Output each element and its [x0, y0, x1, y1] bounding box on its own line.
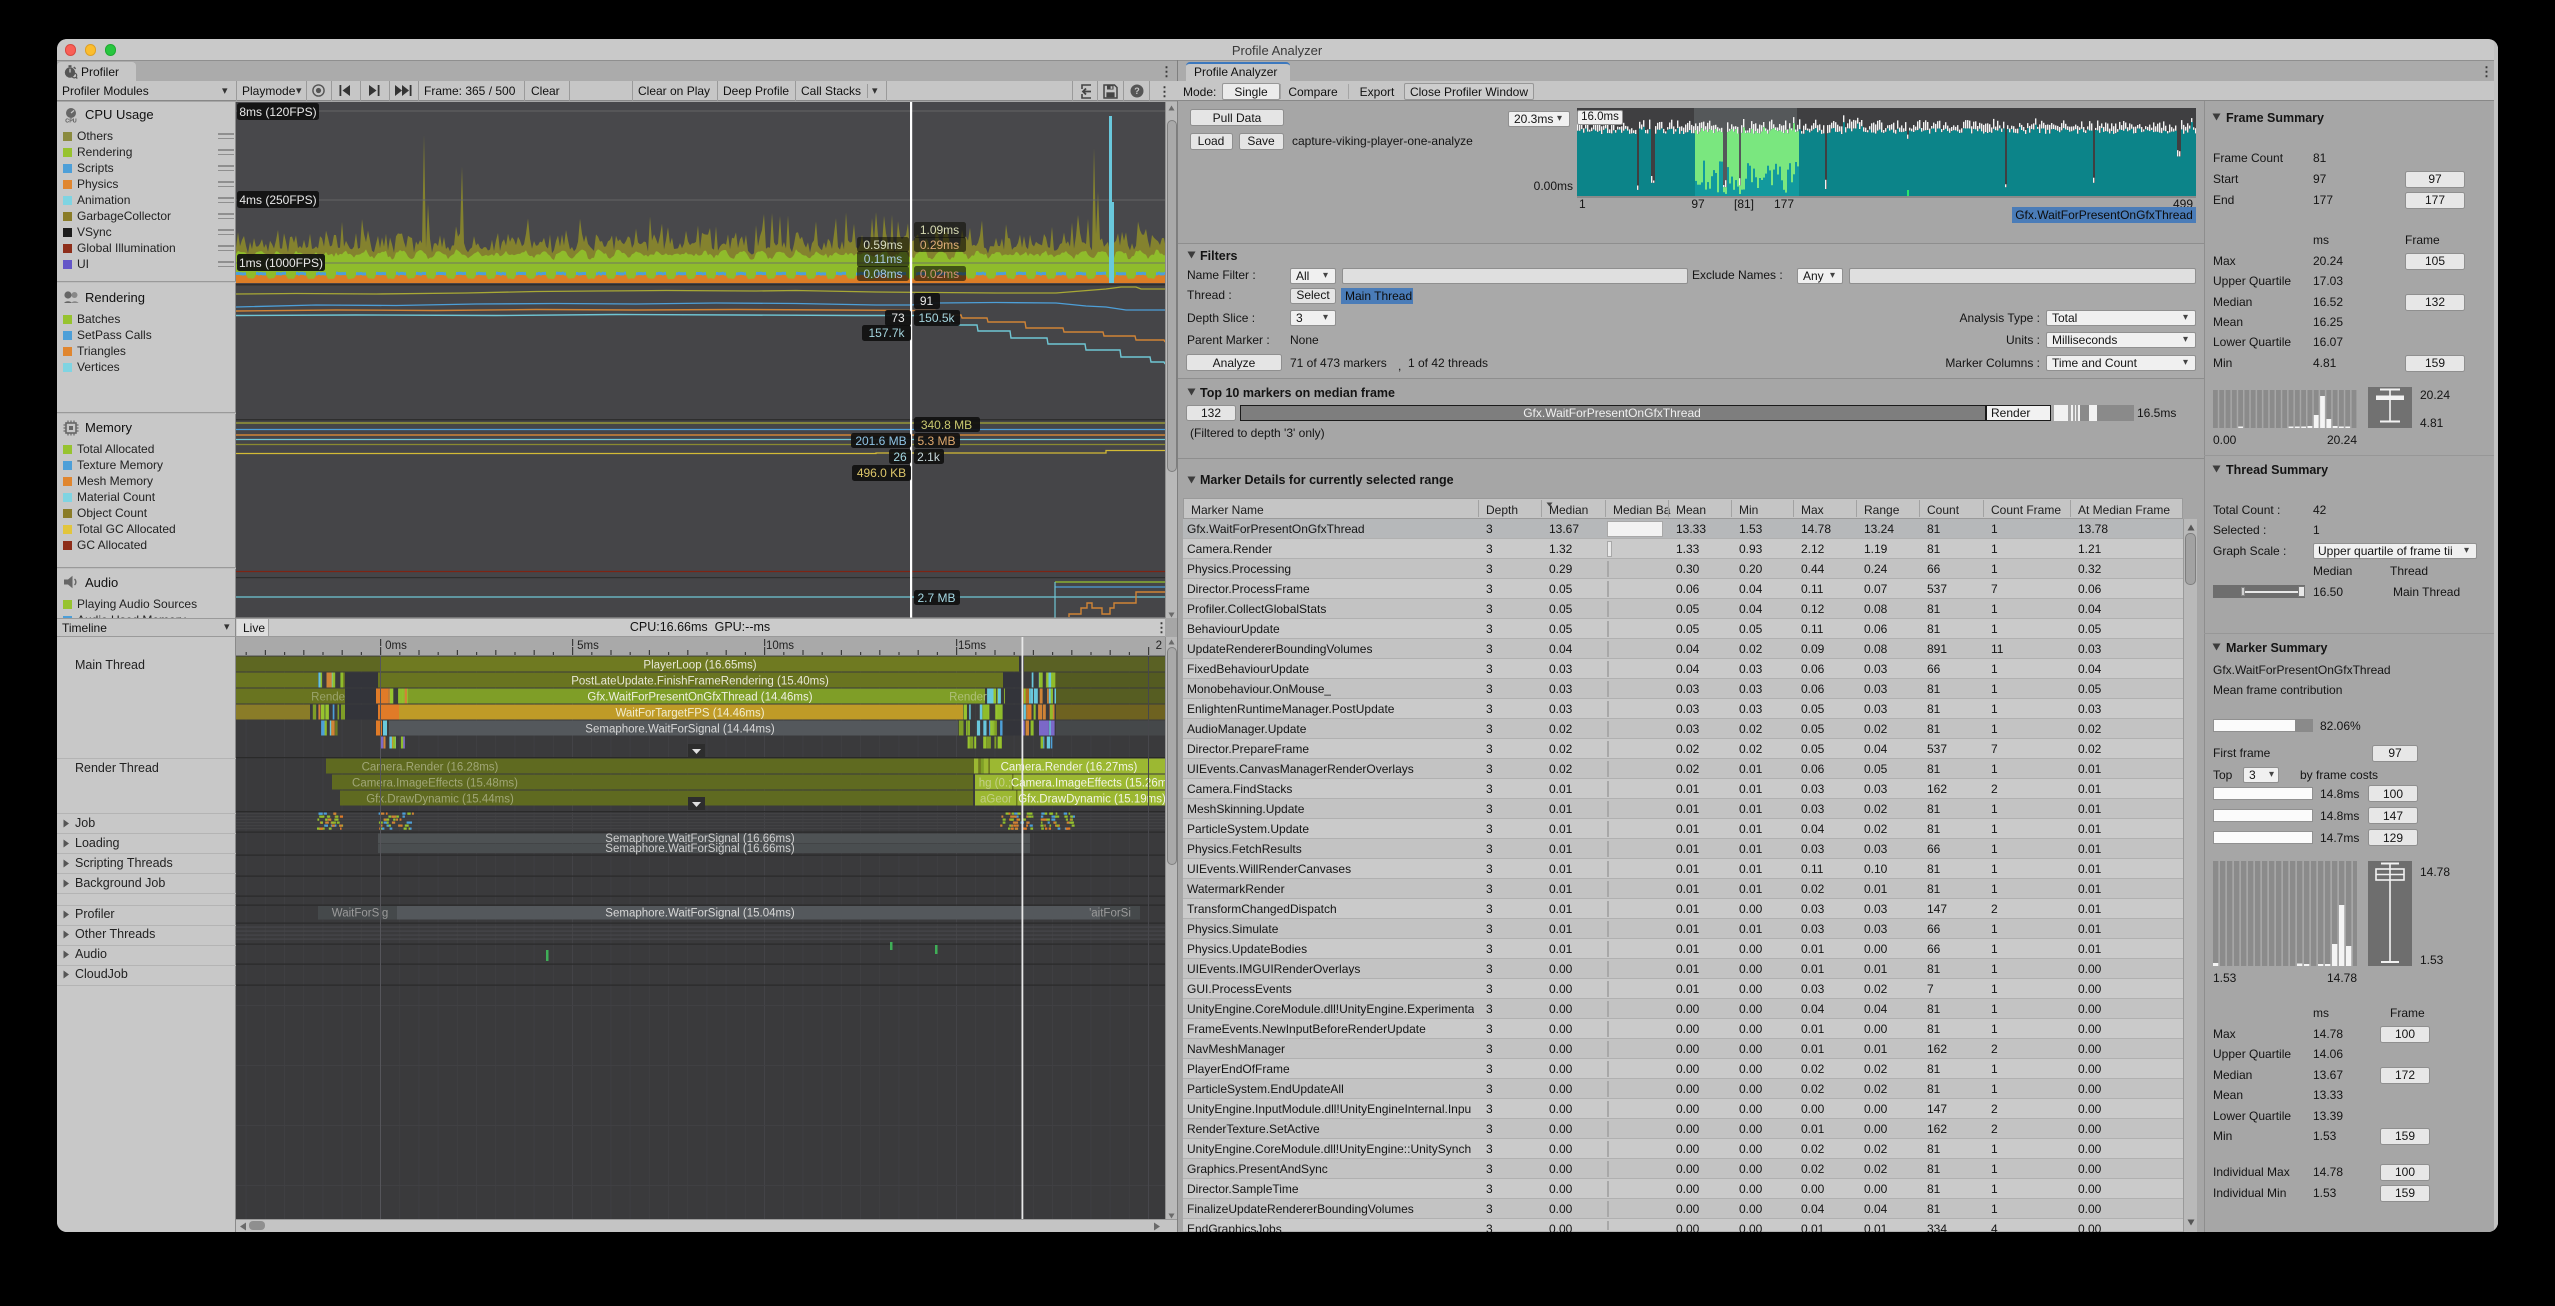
svg-text:5ms: 5ms: [577, 640, 599, 652]
svg-text:Semaphore.WaitForSignal (16.66: Semaphore.WaitForSignal (16.66ms): [605, 843, 795, 855]
svg-text:Camera.Render (16.28ms): Camera.Render (16.28ms): [362, 762, 499, 774]
svg-text:WaitForTargetFPS (14.46ms): WaitForTargetFPS (14.46ms): [615, 708, 764, 720]
svg-text:PostLateUpdate.FinishFrameRend: PostLateUpdate.FinishFrameRendering (15.…: [571, 676, 829, 688]
svg-text:Gfx.WaitForPresentOnGfxThread: Gfx.WaitForPresentOnGfxThread (14.46ms): [587, 692, 812, 704]
svg-text:10ms: 10ms: [766, 640, 794, 652]
svg-text:Semaphore.WaitForSignal (15.04: Semaphore.WaitForSignal (15.04ms): [605, 908, 795, 920]
svg-text:'aitForSi: 'aitForSi: [1089, 908, 1131, 920]
svg-text:?: ?: [1134, 86, 1140, 96]
svg-text:PlayerLoop (16.65ms): PlayerLoop (16.65ms): [643, 660, 756, 672]
svg-text:Camera.Render (16.27ms): Camera.Render (16.27ms): [1001, 762, 1138, 774]
svg-text:WaitForSig: WaitForSig: [332, 908, 388, 920]
svg-text:0ms: 0ms: [385, 640, 407, 652]
svg-text:aGeor: aGeor: [980, 794, 1012, 806]
svg-text:Gfx.DrawDynamic (15.19ms): Gfx.DrawDynamic (15.19ms): [1018, 794, 1165, 806]
svg-text:15ms: 15ms: [958, 640, 986, 652]
svg-text:Render: Render: [311, 692, 349, 704]
svg-text:2: 2: [1156, 640, 1162, 652]
svg-text:Gfx.DrawDynamic (15.44ms): Gfx.DrawDynamic (15.44ms): [366, 794, 514, 806]
svg-text:Camera.ImageEffects (15.26ms: Camera.ImageEffects (15.26ms: [1011, 778, 1165, 790]
svg-text:Camera.ImageEffects (15.48ms): Camera.ImageEffects (15.48ms): [352, 778, 518, 790]
svg-text:Render: Render: [949, 692, 987, 704]
svg-text:hg (0.;: hg (0.;: [979, 778, 1012, 790]
svg-text:CPU: CPU: [65, 119, 76, 124]
svg-text:Semaphore.WaitForSignal (14.44: Semaphore.WaitForSignal (14.44ms): [585, 724, 775, 736]
